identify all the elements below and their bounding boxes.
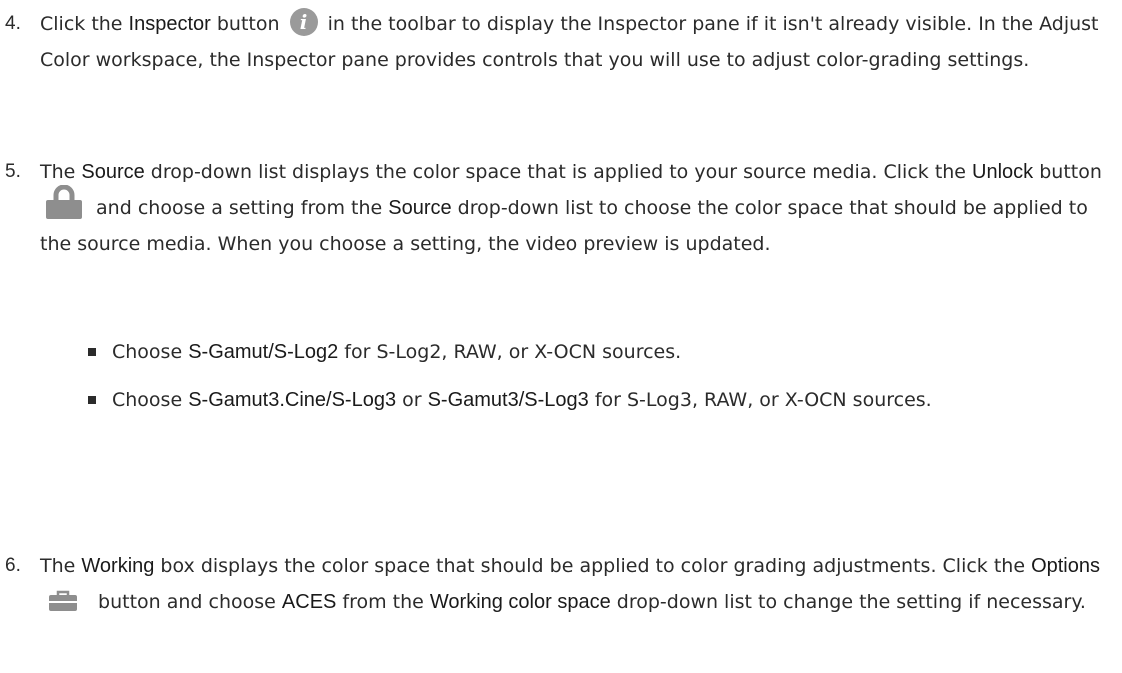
ui-term-source: Source [388, 197, 452, 219]
step-text: button [1033, 161, 1102, 183]
step-text: The [40, 555, 82, 577]
list-item: Choose S-Gamut3.Cine/S-Log3 or S-Gamut3/… [88, 382, 1122, 418]
step-number: 5. [5, 161, 21, 182]
ui-term-inspector: Inspector [128, 13, 211, 35]
lock-icon [44, 184, 84, 219]
bullet-text: or [396, 389, 428, 411]
ui-term-unlock: Unlock [972, 161, 1034, 183]
bullet-list: Choose S-Gamut/S-Log2 for S-Log2, RAW, o… [0, 334, 1122, 418]
step-6: 6. The Working box displays the color sp… [0, 548, 1122, 620]
bullet-text: Choose [112, 341, 189, 363]
step-text: Click the [40, 13, 129, 35]
step-text: from the [336, 591, 430, 613]
step-text: and choose a setting from the [90, 197, 389, 219]
ui-term-sgamut3-slog3: S-Gamut3/S-Log3 [427, 389, 589, 411]
step-text: box displays the color space that should… [154, 555, 1032, 577]
bullet-text: for S-Log2, RAW, or X-OCN sources. [338, 341, 682, 363]
ui-term-aces: ACES [281, 591, 337, 613]
briefcase-icon [48, 588, 78, 611]
list-item: Choose S-Gamut/S-Log2 for S-Log2, RAW, o… [88, 334, 1122, 370]
ui-term-working: Working [81, 555, 155, 577]
step-text: button and choose [92, 591, 282, 613]
bullet-marker [88, 348, 96, 356]
ui-term-sgamut-slog2: S-Gamut/S-Log2 [188, 341, 339, 363]
step-text: The [40, 161, 82, 183]
step-number: 6. [5, 555, 21, 576]
step-text: button [210, 13, 286, 35]
ui-term-working-color-space: Working color space [429, 591, 611, 613]
bullet-text: for S-Log3, RAW, or X-OCN sources. [588, 389, 932, 411]
ui-term-sgamut3cine-slog3: S-Gamut3.Cine/S-Log3 [188, 389, 397, 411]
step-5: 5. The Source drop-down list displays th… [0, 154, 1122, 262]
ui-term-options: Options [1031, 555, 1100, 577]
step-4: 4. Click the Inspector button i in the t… [0, 6, 1122, 78]
bullet-text: Choose [112, 389, 189, 411]
step-text: drop-down list displays the color space … [144, 161, 973, 183]
bullet-marker [88, 396, 96, 404]
step-text: drop-down list to change the setting if … [610, 591, 1086, 613]
info-icon: i [289, 7, 318, 36]
ui-term-source: Source [81, 161, 145, 183]
step-number: 4. [5, 13, 21, 34]
